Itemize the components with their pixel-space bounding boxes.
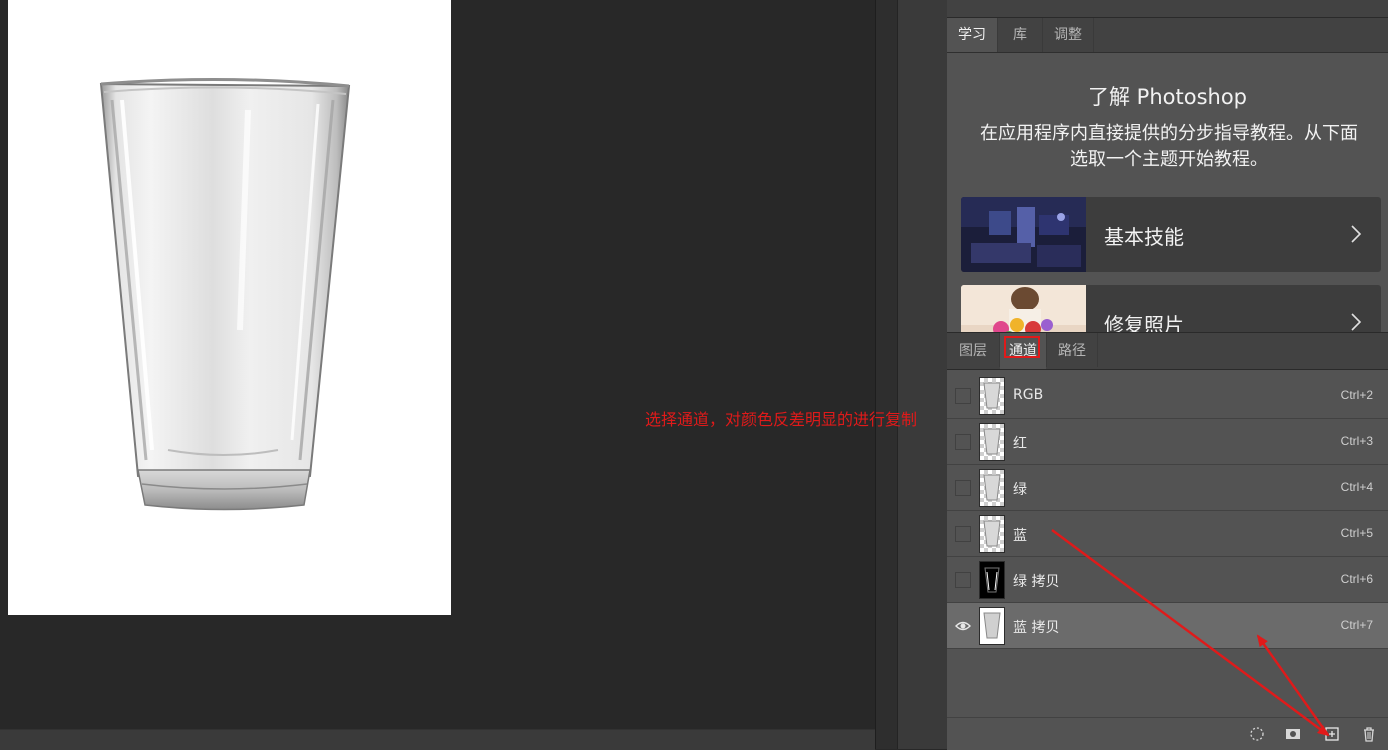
tab-channels[interactable]: 通道 [1000,333,1046,369]
tab-paths[interactable]: 路径 [1047,333,1097,369]
channel-shortcut: Ctrl+3 [1340,434,1373,448]
channel-thumbnail [979,423,1005,461]
status-bar [0,729,875,750]
learn-description: 在应用程序内直接提供的分步指导教程。从下面选取一个主题开始教程。 [980,123,1358,170]
channel-shortcut: Ctrl+4 [1340,480,1373,494]
channel-row-green[interactable]: 绿 Ctrl+4 [947,465,1388,511]
learn-panel-tabs: 学习 库 调整 [947,18,1388,53]
channel-list: RGB Ctrl+2 红 Ctrl+3 绿 Ctrl+4 蓝 Ctrl+5 绿 … [947,373,1388,717]
channel-row-red[interactable]: 红 Ctrl+3 [947,419,1388,465]
tab-layers[interactable]: 图层 [947,333,999,369]
channel-row-blue[interactable]: 蓝 Ctrl+5 [947,511,1388,557]
channel-shortcut: Ctrl+5 [1340,526,1373,540]
channel-shortcut: Ctrl+7 [1340,618,1373,632]
canvas-area[interactable] [0,0,875,729]
channel-row-blue-copy[interactable]: 蓝 拷贝 Ctrl+7 [947,603,1388,649]
channels-panel-tabs: 图层 通道 路径 [947,332,1388,370]
channel-thumbnail [979,561,1005,599]
channel-name: 红 [1013,436,1027,452]
channel-thumbnail [979,377,1005,415]
tab-learn[interactable]: 学习 [947,18,997,52]
channel-shortcut: Ctrl+2 [1340,388,1373,402]
tab-separator [1097,333,1098,367]
annotation-text: 选择通道，对颜色反差明显的进行复制 [645,410,918,429]
channel-name: 绿 [1013,482,1027,498]
channel-name: 蓝 [1013,528,1027,544]
delete-channel-icon[interactable] [1361,726,1377,742]
canvas-scroll-strip[interactable] [875,0,898,749]
channel-name: 绿 拷贝 [1013,574,1060,590]
chevron-right-icon [1351,225,1362,243]
tutorial-card-fix-photos[interactable]: 修复照片 [961,285,1381,332]
tutorial-label: 修复照片 [1104,313,1184,332]
load-selection-icon[interactable] [1249,726,1265,742]
channels-footer [947,717,1388,750]
channel-shortcut: Ctrl+6 [1340,572,1373,586]
channel-row-green-copy[interactable]: 绿 拷贝 Ctrl+6 [947,557,1388,603]
save-selection-icon[interactable] [1285,726,1301,742]
tutorial-label: 基本技能 [1104,225,1184,249]
tab-libraries[interactable]: 库 [998,18,1042,52]
panel-dock-strip [897,0,948,749]
channel-row-rgb[interactable]: RGB Ctrl+2 [947,373,1388,419]
document-canvas[interactable] [8,0,451,615]
panel-top-strip [947,0,1388,18]
visibility-toggle[interactable] [955,434,971,450]
learn-title: 了解 Photoshop [1087,85,1247,109]
learn-panel-content: 了解 Photoshop 在应用程序内直接提供的分步指导教程。从下面选取一个主题… [947,53,1388,332]
tutorial-card-basic-skills[interactable]: 基本技能 [961,197,1381,272]
tab-separator [1093,18,1094,52]
channel-thumbnail [979,607,1005,645]
glass-image [99,77,351,511]
tab-adjustments[interactable]: 调整 [1043,18,1093,52]
chevron-right-icon [1351,313,1362,331]
channel-name: 蓝 拷贝 [1013,620,1060,636]
visibility-toggle[interactable] [955,480,971,496]
visibility-toggle[interactable] [955,388,971,404]
right-panel: 学习 库 调整 了解 Photoshop 在应用程序内直接提供的分步指导教程。从… [947,0,1388,750]
channel-thumbnail [979,469,1005,507]
new-channel-icon[interactable] [1324,726,1340,742]
channel-name: RGB [1013,387,1044,403]
tutorial-thumbnail-bedroom [961,197,1086,272]
eye-icon[interactable] [955,618,971,634]
visibility-toggle[interactable] [955,572,971,588]
visibility-toggle[interactable] [955,526,971,542]
channel-thumbnail [979,515,1005,553]
tutorial-thumbnail-flowers [961,285,1086,332]
